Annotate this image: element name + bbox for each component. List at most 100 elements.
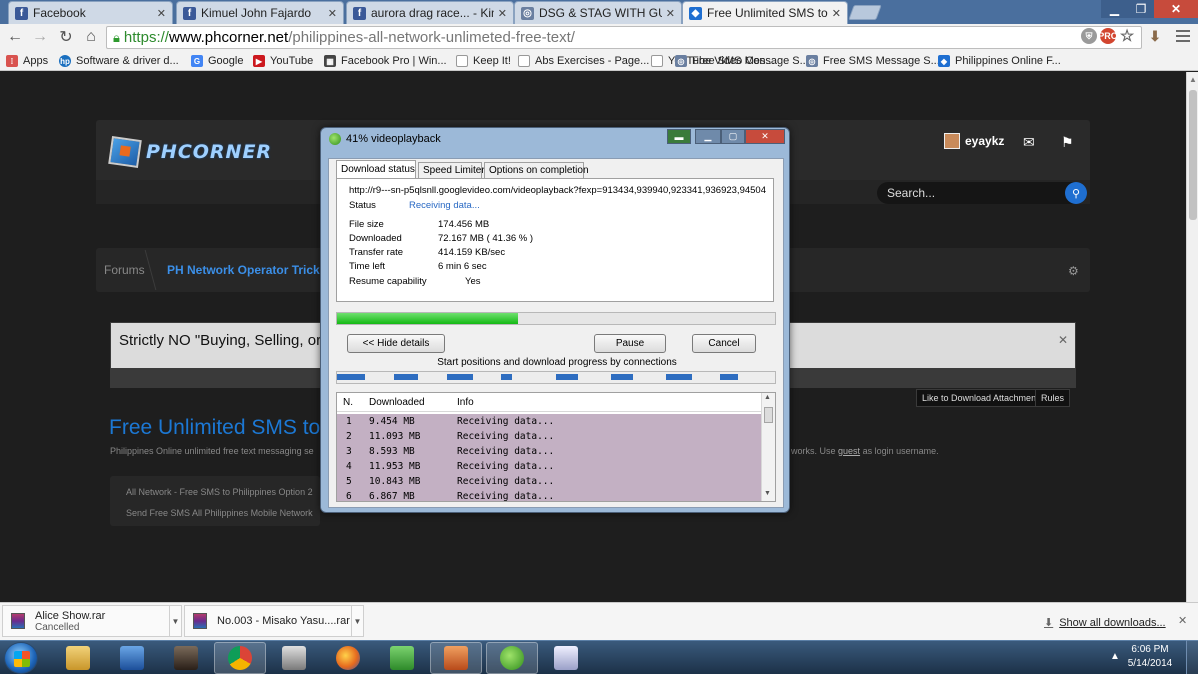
close-shelf-icon[interactable]: ✕ <box>1178 614 1187 627</box>
rules-button[interactable]: Rules <box>1035 389 1071 407</box>
bookmark-item[interactable]: G Google <box>191 53 243 69</box>
bookmark-item[interactable]: hp Software & driver d... <box>59 53 179 69</box>
column-header-number[interactable]: N. <box>343 397 353 408</box>
bookmark-item[interactable]: ◎ Free SMS Message S... <box>675 53 809 69</box>
cancel-button[interactable]: Cancel <box>692 334 756 353</box>
bookmark-item[interactable]: ◆ Philippines Online F... <box>938 53 1061 69</box>
close-tab-icon[interactable]: ✕ <box>832 7 841 20</box>
paint-icon[interactable] <box>540 642 592 674</box>
phcorner-icon: ◆ <box>938 55 950 67</box>
home-icon[interactable]: ⌂ <box>82 28 100 46</box>
close-tab-icon[interactable]: ✕ <box>328 7 337 20</box>
lock-icon: 🔒︎ <box>113 29 120 45</box>
back-arrow-icon[interactable]: ← <box>6 28 24 46</box>
related-thread-link[interactable]: Send Free SMS All Philippines Mobile Net… <box>126 508 313 518</box>
dialog-close-button[interactable]: ✕ <box>745 129 785 144</box>
chevron-down-icon[interactable]: ▼ <box>351 606 363 636</box>
connection-row[interactable]: 4 11.953 MB Receiving data... <box>337 459 761 474</box>
flag-icon[interactable]: ⚑ <box>1061 134 1074 151</box>
shield-extension-icon[interactable]: ⛨ <box>1081 28 1097 44</box>
start-button[interactable] <box>4 642 38 674</box>
download-item[interactable]: No.003 - Misako Yasu....rar ▼ <box>184 605 364 637</box>
dialog-minimize-button[interactable]: ▁ <box>695 129 721 144</box>
pause-button[interactable]: Pause <box>594 334 666 353</box>
globe-icon: ◎ <box>521 6 534 20</box>
connection-segment <box>394 374 418 380</box>
breadcrumb-forums[interactable]: Forums <box>104 263 145 277</box>
column-header-info[interactable]: Info <box>457 397 474 408</box>
site-logo[interactable]: PHCORNER <box>108 136 272 168</box>
browser-tab-active[interactable]: ◆ Free Unlimited SMS to All ✕ <box>682 1 848 24</box>
scrollbar-thumb[interactable] <box>764 407 773 423</box>
presentation-icon[interactable] <box>430 642 482 674</box>
column-header-downloaded[interactable]: Downloaded <box>369 397 425 408</box>
browser-tab[interactable]: f Facebook ✕ <box>8 1 173 24</box>
star-icon[interactable]: ☆ <box>1119 28 1135 45</box>
bookmark-item[interactable]: Keep It! <box>456 53 511 69</box>
chrome-icon[interactable] <box>214 642 266 674</box>
show-desktop-button[interactable] <box>1186 640 1198 674</box>
address-bar[interactable]: 🔒︎ https:// www.phcorner.net /philippine… <box>106 26 1142 49</box>
new-tab-button[interactable] <box>848 5 882 20</box>
close-notice-icon[interactable]: ✕ <box>1058 333 1068 347</box>
search-icon[interactable]: ⚲ <box>1065 182 1087 204</box>
tab-download-status[interactable]: Download status <box>336 160 416 178</box>
bookmark-apps[interactable]: ⁞ Apps <box>6 53 48 69</box>
tab-speed-limiter[interactable]: Speed Limiter <box>418 162 485 178</box>
download-item[interactable]: Alice Show.rar Cancelled ▼ <box>2 605 182 637</box>
file-explorer-icon[interactable] <box>52 642 104 674</box>
green-app-icon[interactable] <box>376 642 428 674</box>
browser-tab[interactable]: ◎ DSG & STAG WITH GUEST ✕ <box>514 1 682 24</box>
browser-tab[interactable]: f aurora drag race... - Kimue ✕ <box>346 1 514 24</box>
hide-details-button[interactable]: << Hide details <box>347 334 445 353</box>
checkmark-app-icon[interactable] <box>106 642 158 674</box>
connections-scrollbar[interactable]: ▲ ▼ <box>761 393 775 501</box>
breadcrumb-section[interactable]: PH Network Operator Tricks <box>167 263 326 277</box>
user-menu[interactable]: eyaykz <box>944 133 1004 149</box>
sitemap-icon[interactable]: ⚙ <box>1068 264 1079 278</box>
bookmark-item[interactable]: ▦ Facebook Pro | Win... <box>324 53 447 69</box>
reload-icon[interactable]: ↻ <box>57 28 75 46</box>
scroll-up-icon[interactable]: ▲ <box>764 394 771 401</box>
envelope-icon[interactable]: ✉ <box>1023 134 1035 151</box>
speed-indicator-icon[interactable]: ▬ <box>667 129 691 144</box>
connection-row[interactable]: 1 9.454 MB Receiving data... <box>337 414 761 429</box>
close-window-button[interactable]: ✕ <box>1154 0 1198 18</box>
browser-tab[interactable]: f Kimuel John Fajardo ✕ <box>176 1 344 24</box>
scroll-down-icon[interactable]: ▼ <box>764 490 771 497</box>
page-scrollbar[interactable]: ▲ <box>1186 72 1198 602</box>
related-thread-link[interactable]: All Network - Free SMS to Philippines Op… <box>126 487 313 497</box>
bookmark-item[interactable]: ▶ YouTube <box>253 53 313 69</box>
game-app-icon[interactable] <box>160 642 212 674</box>
download-manager-taskbar-icon[interactable] <box>486 642 538 674</box>
connection-row[interactable]: 5 10.843 MB Receiving data... <box>337 474 761 489</box>
bookmark-item[interactable]: Abs Exercises - Page... <box>518 53 649 69</box>
minimize-button[interactable]: ▁ <box>1101 0 1128 18</box>
scrollbar-thumb[interactable] <box>1189 90 1197 220</box>
firefox-icon[interactable] <box>322 642 374 674</box>
tab-options-on-completion[interactable]: Options on completion <box>484 162 589 178</box>
maximize-button[interactable]: ❐ <box>1128 0 1154 18</box>
google-icon: G <box>191 55 203 67</box>
show-all-downloads-link[interactable]: ⬇ Show all downloads... <box>1044 616 1166 630</box>
chevron-down-icon[interactable]: ▼ <box>169 606 181 636</box>
connection-row[interactable]: 3 8.593 MB Receiving data... <box>337 444 761 459</box>
like-to-download-badge[interactable]: Like to Download Attachment <box>916 389 1045 407</box>
site-search-input[interactable]: Search... ⚲ <box>877 182 1087 204</box>
close-tab-icon[interactable]: ✕ <box>498 7 507 20</box>
dialog-maximize-button[interactable]: ▢ <box>721 129 745 144</box>
show-hidden-icons-icon[interactable]: ▲ <box>1110 651 1120 662</box>
close-tab-icon[interactable]: ✕ <box>666 7 675 20</box>
forward-arrow-icon[interactable]: → <box>31 28 49 46</box>
close-tab-icon[interactable]: ✕ <box>157 7 166 20</box>
extension-icon[interactable]: ⬇ <box>1147 28 1163 44</box>
connection-row[interactable]: 6 6.867 MB Receiving data... <box>337 489 761 501</box>
system-clock[interactable]: 6:06 PM 5/14/2014 <box>1124 643 1176 671</box>
menu-icon[interactable] <box>1176 30 1190 45</box>
scroll-up-icon[interactable]: ▲ <box>1187 74 1198 86</box>
bookmark-item[interactable]: ◎ Free SMS Message S... <box>806 53 940 69</box>
pro-extension-icon[interactable]: PRO <box>1098 28 1118 44</box>
toolbox-icon[interactable] <box>268 642 320 674</box>
connection-row[interactable]: 2 11.093 MB Receiving data... <box>337 429 761 444</box>
guest-link[interactable]: guest <box>838 446 860 456</box>
